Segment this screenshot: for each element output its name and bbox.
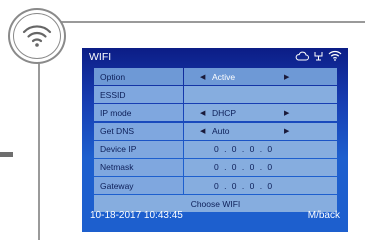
gateway-row[interactable]: Gateway 0 . 0 . 0 . 0 bbox=[94, 177, 337, 195]
device-ip-value: 0 . 0 . 0 . 0 bbox=[214, 144, 274, 155]
ip-mode-value-field[interactable]: ◀ DHCP ▶ bbox=[184, 104, 337, 122]
datetime-display: 10-18-2017 10:43:45 bbox=[90, 210, 183, 221]
ip-mode-value: DHCP bbox=[212, 107, 237, 118]
ip-mode-row[interactable]: IP mode ◀ DHCP ▶ bbox=[94, 104, 337, 122]
status-icons bbox=[295, 50, 342, 61]
gateway-value: 0 . 0 . 0 . 0 bbox=[214, 180, 274, 191]
cloud-icon bbox=[295, 51, 309, 60]
option-label: Option bbox=[94, 68, 183, 85]
right-arrow-icon[interactable]: ▶ bbox=[284, 127, 289, 135]
title-bar: WIFI bbox=[82, 48, 348, 66]
netmask-value: 0 . 0 . 0 . 0 bbox=[214, 162, 274, 173]
essid-value-field[interactable] bbox=[184, 86, 337, 104]
device-ip-row[interactable]: Device IP 0 . 0 . 0 . 0 bbox=[94, 140, 337, 158]
callout-line-vertical bbox=[38, 62, 40, 240]
device-ip-field[interactable]: 0 . 0 . 0 . 0 bbox=[184, 140, 337, 158]
gateway-label: Gateway bbox=[94, 177, 183, 195]
netmask-label: Netmask bbox=[94, 158, 183, 176]
get-dns-label: Get DNS bbox=[94, 122, 183, 140]
screen-title: WIFI bbox=[89, 51, 112, 63]
get-dns-row[interactable]: Get DNS ◀ Auto ▶ bbox=[94, 122, 337, 140]
ip-mode-label: IP mode bbox=[94, 104, 183, 122]
callout-line-left bbox=[0, 152, 13, 157]
right-arrow-icon[interactable]: ▶ bbox=[284, 73, 289, 81]
left-arrow-icon[interactable]: ◀ bbox=[200, 109, 205, 117]
usb-icon bbox=[314, 52, 323, 61]
wifi-callout-badge bbox=[8, 8, 66, 64]
back-button[interactable]: M/back bbox=[308, 210, 340, 221]
netmask-field[interactable]: 0 . 0 . 0 . 0 bbox=[184, 158, 337, 176]
option-row[interactable]: Option ◀ Active ▶ bbox=[94, 68, 337, 85]
essid-row[interactable]: ESSID bbox=[94, 86, 337, 104]
get-dns-value-field[interactable]: ◀ Auto ▶ bbox=[184, 122, 337, 140]
wifi-icon bbox=[328, 50, 342, 61]
wifi-settings-table: Option ◀ Active ▶ ESSID IP mode ◀ DHCP ▶… bbox=[94, 68, 337, 213]
netmask-row[interactable]: Netmask 0 . 0 . 0 . 0 bbox=[94, 158, 337, 176]
option-value-field[interactable]: ◀ Active ▶ bbox=[184, 68, 337, 85]
essid-label: ESSID bbox=[94, 86, 183, 104]
device-screen: WIFI Option ◀ Active ▶ ESSID IP mode ◀ D… bbox=[82, 48, 348, 232]
option-value: Active bbox=[212, 71, 236, 82]
right-arrow-icon[interactable]: ▶ bbox=[284, 109, 289, 117]
get-dns-value: Auto bbox=[212, 126, 230, 137]
wifi-icon bbox=[22, 25, 52, 47]
left-arrow-icon[interactable]: ◀ bbox=[200, 73, 205, 81]
left-arrow-icon[interactable]: ◀ bbox=[200, 127, 205, 135]
gateway-field[interactable]: 0 . 0 . 0 . 0 bbox=[184, 177, 337, 195]
device-ip-label: Device IP bbox=[94, 140, 183, 158]
callout-line-top bbox=[58, 21, 365, 23]
